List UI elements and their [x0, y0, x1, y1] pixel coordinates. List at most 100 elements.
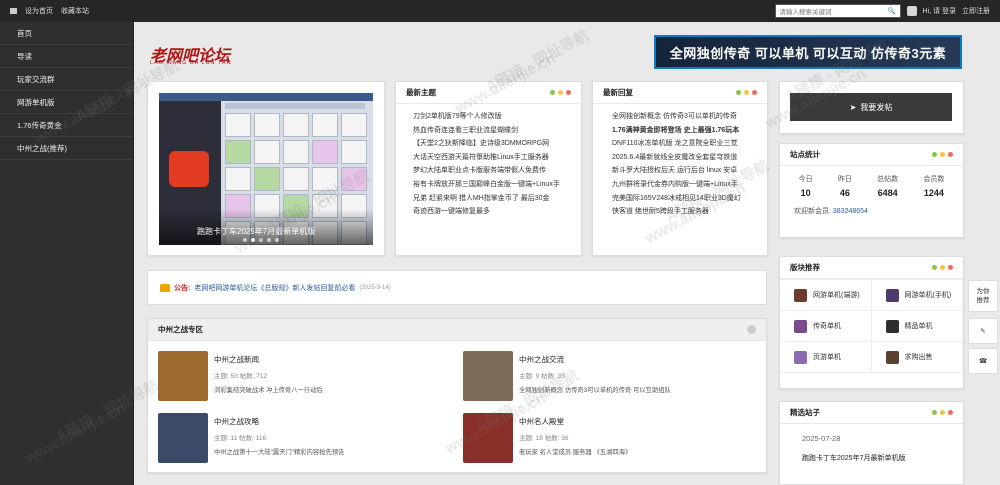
board-icon	[794, 319, 807, 333]
zone-thumb	[158, 413, 208, 463]
sidebar-item-online-single[interactable]: 网游单机版	[0, 91, 133, 114]
slider-dot-active[interactable]	[251, 238, 255, 242]
topic-item[interactable]: 裕有卡牌放开那三国巅峰白金版一键端+Linux手	[413, 178, 581, 192]
search-input[interactable]: 请输入搜索关键词 🔍	[774, 4, 901, 18]
sidebar-item-176-gold[interactable]: 1.76传奇黄金	[0, 114, 133, 137]
notice-bar: 公告: 老网吧网游单机论坛《总版规》新人发帖回复前必看 (2025-3-14)	[147, 270, 767, 305]
megaphone-icon	[160, 283, 170, 292]
pick-date: 2025-07-28	[802, 434, 841, 443]
window-dots	[550, 90, 571, 95]
topic-item[interactable]: 大话天空西游天篇符箓助推Linux手工服务器	[413, 151, 581, 165]
zone-thumb	[463, 351, 513, 401]
window-dots	[932, 410, 953, 415]
sidebar-item-player-group[interactable]: 玩家交流群	[0, 68, 133, 91]
edit-icon[interactable]: ✎	[968, 318, 998, 344]
pick-link[interactable]: 跑跑卡丁车2025年7月最新单机版	[780, 443, 963, 463]
board-icon	[885, 350, 899, 364]
slider-dot[interactable]	[267, 238, 271, 242]
new-member: 欢迎新会员: 383248654	[794, 208, 868, 215]
reply-item[interactable]: 全网独创新概念 仿传奇3可以单机的传奇	[612, 110, 767, 124]
boards-card: 版块推荐 网游单机(端游) 网游单机(手机) 传奇单机 精品单机 页游单机 求购…	[779, 256, 964, 389]
slider[interactable]: 跑跑卡丁车2025年7月最新单机版	[159, 93, 373, 245]
zone-item-guide[interactable]: 中州之战攻略 主题: 11 帖数: 116 中州之战第十一大陆"震天门"精彩内容抢先…	[158, 413, 344, 463]
board-icon	[885, 288, 899, 302]
stat-today: 今日 10	[798, 176, 813, 198]
picks-title: 精选站子	[790, 408, 820, 417]
search-placeholder: 请输入搜索关键词	[779, 9, 832, 16]
topic-item[interactable]: 【天堂2之狄斯降临】史诗级3DMMORPG网	[413, 137, 581, 151]
headset-icon[interactable]: ☎	[968, 348, 998, 374]
zone-item-news[interactable]: 中州之战新闻 主题: 50 帖数: 712 浏彩集结突破战术 冲上传奇八一行动后	[158, 351, 323, 401]
site-logo-sub: LAO WANG BA LUN TAN	[150, 60, 232, 66]
board-item[interactable]: 网游单机(手机)	[871, 280, 963, 311]
reply-item[interactable]: 1.76满神黄金即将登场 史上最强1.76玩本	[612, 124, 767, 138]
window-dots	[932, 152, 953, 157]
new-member-link[interactable]: 383248654	[833, 208, 868, 215]
zone-item-hall[interactable]: 中州名人殿堂 主题: 18 帖数: 36 老玩家 名人堂成员 服务器 《五湖四海》	[463, 413, 631, 463]
topic-item[interactable]: 梦幻大陆单职业点卡版服务端带假人免费传	[413, 164, 581, 178]
reply-item[interactable]: 完美国际165V248冰戒相见14职业3D魔幻	[612, 192, 767, 206]
zone-title: 中州之战专区	[158, 325, 203, 334]
notice-link[interactable]: 老网吧网游单机论坛《总版规》新人发帖回复前必看	[194, 283, 355, 293]
site-stats-card: 站点统计 今日 10 昨日 46 总帖数 6484 会员数 1244 欢迎新会员: 38…	[779, 143, 964, 238]
reply-item[interactable]: DNF110冰冻单机版 龙之意院全职业三觉	[612, 137, 767, 151]
recommend-button[interactable]: 为你推荐	[968, 280, 998, 312]
reply-item[interactable]: 侠客道 绝世耐5跨段手工服务器	[612, 205, 767, 219]
sidebar-item-zhongzhou[interactable]: 中州之战(推荐)	[0, 137, 133, 160]
user-icon	[906, 6, 917, 16]
slider-dot[interactable]	[259, 238, 263, 242]
latest-topics-title: 最新主题	[406, 88, 436, 97]
set-home-link[interactable]: 设为首页	[25, 6, 53, 16]
zone-thumb	[158, 351, 208, 401]
board-icon	[794, 288, 807, 302]
login-link[interactable]: Hi, 请 登录	[923, 6, 956, 16]
latest-replies-title: 最新回复	[603, 88, 633, 97]
topic-item[interactable]: 刀剑2单机版79等个人修改版	[413, 110, 581, 124]
latest-topics-card: 最新主题 刀剑2单机版79等个人修改版 热血传奇连连看三职业流星蝴蝶剑 【天堂2…	[395, 81, 582, 256]
home-icon	[10, 8, 17, 14]
board-item[interactable]: 网游单机(端游)	[780, 280, 872, 311]
register-link[interactable]: 立即注册	[962, 6, 990, 16]
board-item[interactable]: 求购出售	[871, 342, 963, 373]
notice-label: 公告:	[174, 284, 191, 292]
topic-item[interactable]: 热血传奇连连看三职业流星蝴蝶剑	[413, 124, 581, 138]
window-dots	[736, 90, 757, 95]
board-icon	[885, 319, 899, 333]
ad-banner[interactable]: 全网独创传奇 可以单机 可以互动 仿传奇3元素	[654, 35, 962, 69]
zone-thumb	[463, 413, 513, 463]
stat-posts: 总帖数 6484	[877, 176, 899, 198]
zone-item-exchange[interactable]: 中州之战交流 主题: 9 帖数: 35 全网独创新概念 仿传奇3可以单机的传奇 可以…	[463, 351, 671, 401]
notice-date: (2025-3-14)	[359, 284, 391, 291]
slider-dot[interactable]	[243, 238, 247, 242]
collapse-icon[interactable]	[747, 325, 756, 334]
reply-item[interactable]: 新斗罗大陆授权后天 运行后台 linux 安卓	[612, 164, 767, 178]
board-item[interactable]: 页游单机	[780, 342, 872, 373]
picks-card: 精选站子 2025-07-28 跑跑卡丁车2025年7月最新单机版	[779, 401, 964, 485]
kart-image	[169, 151, 209, 187]
stat-yesterday: 昨日 46	[837, 176, 852, 198]
sidebar-item-guide[interactable]: 导读	[0, 45, 133, 68]
send-icon: ➤	[849, 102, 857, 112]
window-dots	[932, 265, 953, 270]
board-icon	[794, 350, 807, 364]
site-stats-title: 站点统计	[790, 150, 820, 159]
board-item[interactable]: 传奇单机	[780, 311, 872, 342]
post-button-label: 我要发帖	[860, 102, 893, 112]
slider-dot[interactable]	[275, 238, 279, 242]
post-button[interactable]: ➤ 我要发帖	[790, 93, 952, 121]
sidebar-nav: 首页 导读 玩家交流群 网游单机版 1.76传奇黄金 中州之战(推荐)	[0, 22, 134, 485]
boards-title: 版块推荐	[790, 263, 820, 272]
topic-item[interactable]: 奇迹西游一键端修复最多	[413, 205, 581, 219]
stat-members: 会员数 1244	[923, 176, 945, 198]
topic-item[interactable]: 兄弟 赶紧来啊 猎人MH指掌金币了 最后30金	[413, 192, 581, 206]
latest-replies-card: 最新回复 全网独创新概念 仿传奇3可以单机的传奇 1.76满神黄金即将登场 史上…	[592, 81, 768, 256]
bookmark-link[interactable]: 收藏本站	[61, 6, 89, 16]
sidebar-item-home[interactable]: 首页	[0, 22, 133, 45]
search-icon[interactable]: 🔍	[887, 7, 895, 15]
reply-item[interactable]: 2025.6.4最新就线全皮魔改全套星穹铁道	[612, 151, 767, 165]
slider-card: 跑跑卡丁车2025年7月最新单机版	[147, 81, 385, 256]
top-bar: 设为首页 收藏本站 请输入搜索关键词 🔍 Hi, 请 登录 立即注册	[0, 0, 1000, 22]
board-item[interactable]: 精品单机	[871, 311, 963, 342]
slider-dots	[243, 238, 279, 242]
reply-item[interactable]: 九州群将录代金券内购版一键端+Linux手	[612, 178, 767, 192]
